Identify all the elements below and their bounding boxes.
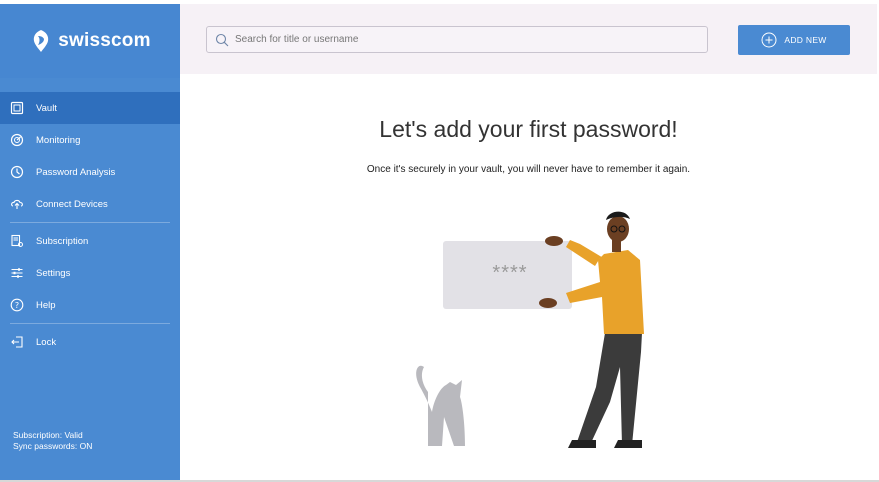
person-with-card-illustration bbox=[410, 202, 650, 452]
search-icon bbox=[215, 33, 229, 46]
monitoring-icon bbox=[10, 133, 24, 147]
sidebar-item-label: Subscription bbox=[36, 235, 89, 247]
sidebar-item-label: Settings bbox=[36, 267, 71, 279]
sidebar-item-label: Monitoring bbox=[36, 134, 81, 146]
sidebar-divider bbox=[10, 323, 170, 324]
subscription-status: Subscription: Valid bbox=[13, 430, 83, 440]
lock-icon bbox=[10, 335, 24, 349]
help-icon: ? bbox=[10, 298, 24, 312]
sync-passwords-status: Sync passwords: ON bbox=[13, 441, 93, 451]
add-new-button[interactable]: ADD NEW bbox=[738, 25, 850, 55]
sync-status: Subscription: Valid Sync passwords: ON bbox=[13, 430, 92, 452]
sidebar-nav: Vault Monitoring Password Analysis Conne… bbox=[0, 92, 180, 358]
app-window: swisscom Vault Monitoring Password Analy… bbox=[0, 0, 879, 482]
brand-name: swisscom bbox=[58, 30, 151, 51]
page-title: Let's add your first password! bbox=[379, 116, 678, 142]
settings-sliders-icon bbox=[10, 266, 24, 280]
empty-vault-panel: Let's add your first password! Once it's… bbox=[180, 74, 877, 480]
sidebar-item-label: Lock bbox=[36, 336, 57, 348]
masked-password-text: **** bbox=[492, 262, 528, 284]
page-subtitle: Once it's securely in your vault, you wi… bbox=[366, 164, 691, 175]
cat-illustration bbox=[416, 365, 465, 446]
top-bar: ADD NEW bbox=[180, 4, 877, 74]
sidebar-item-subscription[interactable]: Subscription bbox=[0, 225, 180, 257]
sidebar-item-label: Connect Devices bbox=[36, 198, 108, 210]
sidebar-item-help[interactable]: ? Help bbox=[0, 289, 180, 321]
plus-circle-icon bbox=[761, 32, 777, 48]
sidebar-item-connect-devices[interactable]: Connect Devices bbox=[0, 188, 180, 220]
vault-icon bbox=[10, 101, 24, 115]
sidebar-item-lock[interactable]: Lock bbox=[0, 326, 180, 358]
search-input[interactable] bbox=[235, 34, 695, 45]
sidebar-item-label: Vault bbox=[36, 102, 57, 114]
sidebar-item-settings[interactable]: Settings bbox=[0, 257, 180, 289]
sidebar-item-vault[interactable]: Vault bbox=[0, 92, 180, 124]
sidebar-divider bbox=[10, 222, 170, 223]
subscription-icon bbox=[10, 234, 24, 248]
sidebar-item-monitoring[interactable]: Monitoring bbox=[0, 124, 180, 156]
swisscom-logo-icon bbox=[34, 30, 49, 52]
sidebar-item-password-analysis[interactable]: Password Analysis bbox=[0, 156, 180, 188]
brand-logo[interactable]: swisscom bbox=[0, 4, 180, 78]
connect-devices-icon bbox=[10, 197, 24, 211]
sidebar-item-label: Password Analysis bbox=[36, 166, 116, 178]
add-new-label: ADD NEW bbox=[784, 35, 827, 45]
analysis-icon bbox=[10, 165, 24, 179]
sidebar-item-label: Help bbox=[36, 299, 56, 311]
search-box[interactable] bbox=[206, 26, 708, 53]
sidebar: swisscom Vault Monitoring Password Analy… bbox=[0, 4, 180, 480]
svg-text:?: ? bbox=[15, 301, 19, 310]
